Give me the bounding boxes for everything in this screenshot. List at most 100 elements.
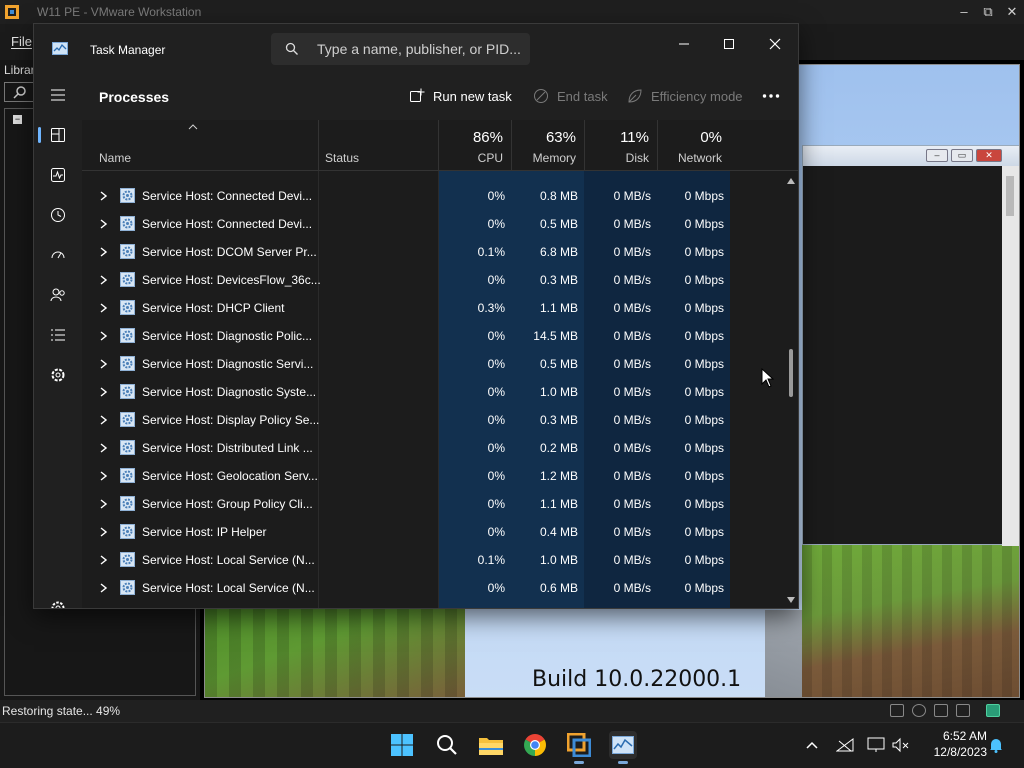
column-status-header[interactable]: Status <box>318 120 438 170</box>
nav-services[interactable] <box>42 359 74 391</box>
guest-minimize-button[interactable]: – <box>926 149 948 162</box>
guest-background-window[interactable]: – ▭ ✕ <box>802 145 1019 546</box>
efficiency-mode-button[interactable]: Efficiency mode <box>627 85 743 107</box>
notifications-button[interactable] <box>987 736 1005 754</box>
column-cpu-header[interactable]: 86% CPU <box>438 120 511 170</box>
run-new-task-button[interactable]: Run new task <box>409 85 512 107</box>
nav-performance[interactable] <box>42 159 74 191</box>
column-network-header[interactable]: 0% Network <box>657 120 730 170</box>
expand-chevron-icon[interactable] <box>100 359 107 369</box>
process-row[interactable]: Service Host: Diagnostic Polic... 0% 14.5 … <box>82 322 782 350</box>
process-network-value: 0 Mbps <box>684 245 724 259</box>
display-status-button[interactable] <box>867 736 885 754</box>
process-row[interactable]: Service Host: DCOM Server Pr... 0.1% 6.8 M… <box>82 238 782 266</box>
nav-details[interactable] <box>42 319 74 351</box>
process-row[interactable]: Service Host: DHCP Client 0.3% 1.1 MB 0 MB/… <box>82 294 782 322</box>
cd-drive-icon[interactable] <box>912 704 926 717</box>
process-row[interactable]: Service Host: Geolocation Serv... 0% 1.2 M… <box>82 462 782 490</box>
maximize-button[interactable] <box>706 28 752 60</box>
close-button[interactable] <box>752 28 798 60</box>
disk-total: 11% <box>620 129 649 146</box>
show-hidden-icons-button[interactable] <box>803 736 821 754</box>
expand-chevron-icon[interactable] <box>100 247 107 257</box>
process-row[interactable]: Service Host: DevicesFlow_36c... 0% 0.3 MB… <box>82 266 782 294</box>
service-host-gear-icon <box>120 552 135 567</box>
process-list-scrollbar[interactable] <box>784 171 798 608</box>
nav-settings[interactable] <box>42 592 74 608</box>
vmware-close-button[interactable]: ✕ <box>1000 0 1024 24</box>
taskbar-search-button[interactable] <box>433 731 461 759</box>
process-list[interactable]: Service Host: Connected Devi... 0% 0.8 MB 0… <box>82 171 782 608</box>
nav-users[interactable] <box>42 279 74 311</box>
expand-chevron-icon[interactable] <box>100 555 107 565</box>
process-row[interactable]: Service Host: Connected Devi... 0% 0.5 MB 0… <box>82 210 782 238</box>
search-input[interactable] <box>317 33 522 65</box>
expand-chevron-icon[interactable] <box>100 583 107 593</box>
expand-chevron-icon[interactable] <box>100 275 107 285</box>
expand-chevron-icon[interactable] <box>100 443 107 453</box>
process-row[interactable]: Service Host: Diagnostic Syste... 0% 1.0 M… <box>82 378 782 406</box>
expand-chevron-icon[interactable] <box>100 499 107 509</box>
network-status-button[interactable] <box>836 736 854 754</box>
process-memory-value: 0.3 MB <box>539 413 578 427</box>
vmware-minimize-button[interactable]: – <box>952 0 976 24</box>
guest-maximize-button[interactable]: ▭ <box>951 149 973 162</box>
network-adapter-icon[interactable] <box>934 704 948 717</box>
message-log-icon[interactable] <box>986 704 1000 717</box>
process-search-box[interactable] <box>271 33 530 65</box>
expand-chevron-icon[interactable] <box>100 303 107 313</box>
nav-app-history[interactable] <box>42 199 74 231</box>
start-button[interactable] <box>388 731 416 759</box>
vmware-maximize-button[interactable]: ⧉ <box>976 0 1000 24</box>
expand-chevron-icon[interactable] <box>100 191 107 201</box>
vmware-taskbar-button[interactable] <box>565 731 593 764</box>
service-host-gear-icon <box>120 496 135 511</box>
process-cpu-value: 0% <box>487 357 505 371</box>
expand-chevron-icon[interactable] <box>100 219 107 229</box>
expand-chevron-icon[interactable] <box>100 527 107 537</box>
file-explorer-button[interactable] <box>477 731 505 759</box>
usb-device-icon[interactable] <box>956 704 970 717</box>
process-row[interactable]: Service Host: Group Policy Cli... 0% 1.1 M… <box>82 490 782 518</box>
process-row[interactable]: Service Host: Connected Devi... 0% 0.8 MB 0… <box>82 182 782 210</box>
column-memory-header[interactable]: 63% Memory <box>511 120 584 170</box>
library-search-input[interactable] <box>4 82 36 102</box>
scroll-up-icon[interactable] <box>786 177 796 185</box>
more-options-button[interactable] <box>762 85 780 107</box>
process-row[interactable]: Service Host: Local Service (N... 0% 0.6 M… <box>82 574 782 602</box>
task-manager-window[interactable]: Task Manager Type a name, publisher, or … <box>34 24 798 608</box>
hard-disk-icon[interactable] <box>890 704 904 717</box>
maximize-icon <box>724 39 734 49</box>
process-row[interactable]: Service Host: Diagnostic Servi... 0% 0.5 M… <box>82 350 782 378</box>
expand-chevron-icon[interactable] <box>100 387 107 397</box>
process-row[interactable]: Service Host: Distributed Link ... 0% 0.2 … <box>82 434 782 462</box>
volume-button[interactable] <box>892 736 910 754</box>
hamburger-menu-button[interactable] <box>42 79 74 111</box>
column-disk-header[interactable]: 11% Disk <box>584 120 657 170</box>
process-row[interactable]: Service Host: IP Helper 0% 0.4 MB 0 MB/s 0 M… <box>82 518 782 546</box>
end-task-button[interactable]: End task <box>533 85 608 107</box>
guest-close-button[interactable]: ✕ <box>976 149 1002 162</box>
task-manager-taskbar-button[interactable] <box>609 731 637 764</box>
taskbar-clock[interactable]: 6:52 AM 12/8/2023 <box>917 728 987 760</box>
scroll-down-icon[interactable] <box>786 596 796 604</box>
guest-scrollbar[interactable] <box>1002 166 1019 546</box>
process-row[interactable]: Service Host: Display Policy Se... 0% 0.3 … <box>82 406 782 434</box>
minimize-button[interactable] <box>661 28 707 60</box>
expand-chevron-icon[interactable] <box>100 331 107 341</box>
scrollbar-thumb[interactable] <box>789 349 793 397</box>
nav-startup-apps[interactable] <box>42 239 74 271</box>
process-row[interactable]: Service Host: Local Service (N... 0.1% 1.0… <box>82 546 782 574</box>
chrome-button[interactable] <box>521 731 549 759</box>
nav-processes[interactable] <box>38 119 74 151</box>
process-network-value: 0 Mbps <box>684 357 724 371</box>
process-cpu-value: 0% <box>487 217 505 231</box>
file-explorer-icon <box>479 738 503 755</box>
process-cpu-value: 0% <box>487 525 505 539</box>
expand-chevron-icon[interactable] <box>100 415 107 425</box>
column-name-header[interactable]: Name <box>82 120 318 170</box>
menu-file[interactable]: File <box>11 34 32 49</box>
service-host-gear-icon <box>120 580 135 595</box>
expand-chevron-icon[interactable] <box>100 471 107 481</box>
tree-collapse-icon[interactable]: − <box>13 115 22 124</box>
